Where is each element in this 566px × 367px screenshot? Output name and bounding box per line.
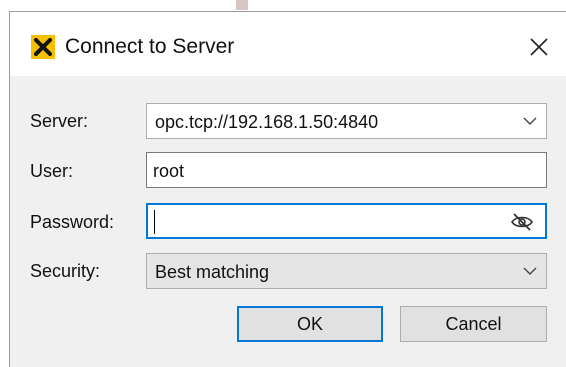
desktop-background (0, 0, 566, 11)
close-icon (530, 38, 548, 56)
connect-dialog: Connect to Server Server: opc.tcp://192.… (9, 11, 566, 367)
screen: Connect to Server Server: opc.tcp://192.… (0, 0, 566, 367)
chevron-down-icon[interactable] (522, 114, 538, 128)
text-caret (154, 210, 155, 234)
close-button[interactable] (522, 30, 556, 64)
password-label: Password: (30, 212, 115, 232)
chevron-down-icon[interactable] (522, 264, 538, 278)
dialog-body: Server: opc.tcp://192.168.1.50:4840 User… (10, 76, 566, 367)
background-window-fragment (236, 0, 248, 10)
ok-button[interactable]: OK (237, 306, 383, 342)
window-title: Connect to Server (65, 35, 235, 58)
server-label: Server: (30, 111, 89, 131)
security-combobox[interactable]: Best matching (146, 253, 547, 289)
user-field[interactable]: root (146, 152, 547, 188)
x-logo-icon (31, 35, 55, 59)
user-value: root (153, 161, 185, 181)
server-combobox[interactable]: opc.tcp://192.168.1.50:4840 (146, 103, 547, 139)
user-label: User: (30, 161, 74, 181)
eye-slash-icon[interactable] (509, 211, 535, 233)
server-value: opc.tcp://192.168.1.50:4840 (155, 112, 379, 132)
security-label: Security: (30, 261, 101, 281)
title-bar[interactable]: Connect to Server (10, 12, 566, 76)
password-field[interactable] (146, 203, 547, 239)
security-value: Best matching (155, 262, 270, 282)
cancel-button[interactable]: Cancel (400, 306, 547, 342)
